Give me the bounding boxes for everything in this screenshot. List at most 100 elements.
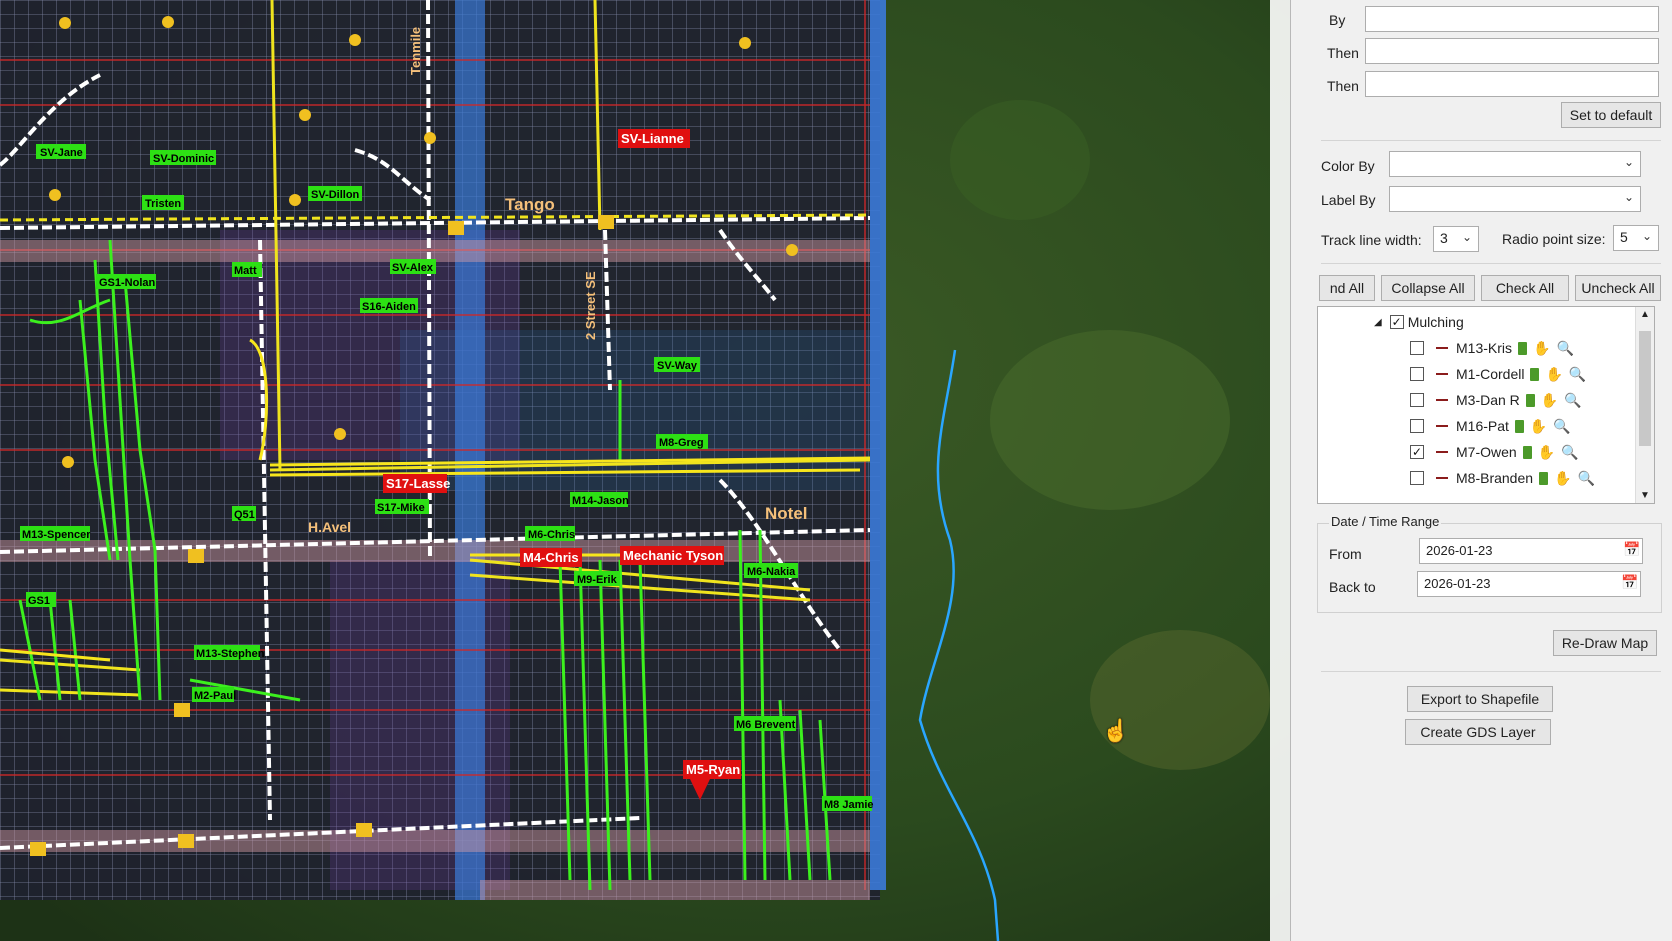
redraw-map-button[interactable]: Re-Draw Map [1553, 630, 1657, 656]
document-icon[interactable] [1525, 393, 1535, 407]
map-label-green-18: M2-Paul [194, 690, 236, 702]
chevron-down-icon: ⌄ [1641, 229, 1652, 243]
scroll-down-icon[interactable]: ▼ [1640, 490, 1650, 501]
set-default-button[interactable]: Set to default [1561, 102, 1661, 128]
map-label-green-8: SV-Way [657, 360, 698, 372]
group-label: Mulching [1407, 314, 1464, 330]
map-label-green-1: SV-Dominic [153, 153, 214, 165]
calendar-icon[interactable]: 📅 [1621, 574, 1638, 591]
document-icon[interactable] [1522, 445, 1532, 459]
back-to-date-field[interactable]: 2026-01-23 [1417, 571, 1641, 597]
hand-icon[interactable]: ✋ [1554, 470, 1571, 487]
hand-icon[interactable]: ✋ [1541, 392, 1558, 409]
tree-item[interactable]: M13-Kris ✋ 🔍 [1410, 337, 1574, 359]
item-checkbox[interactable] [1410, 341, 1424, 355]
map-label-green-11: M6-Chris [528, 529, 575, 541]
export-shapefile-button[interactable]: Export to Shapefile [1407, 686, 1553, 712]
separator [1321, 140, 1661, 141]
map-label-green-16: GS1 [28, 595, 50, 607]
sort-by-field[interactable] [1365, 6, 1659, 32]
hand-icon[interactable]: ✋ [1533, 340, 1550, 357]
then1-label: Then [1327, 45, 1359, 61]
search-icon[interactable]: 🔍 [1564, 392, 1581, 409]
road-label-4: Tenmile [408, 27, 423, 75]
map-label-green-19: S17-Mike [377, 502, 425, 514]
date-range-group [1317, 523, 1662, 613]
hand-icon[interactable]: ✋ [1530, 418, 1547, 435]
item-checkbox[interactable] [1410, 393, 1424, 407]
then2-field[interactable] [1365, 71, 1659, 97]
tree-item[interactable]: M3-Dan R ✋ 🔍 [1410, 389, 1582, 411]
map-label-red-2: M4-Chris [523, 550, 579, 565]
create-gds-layer-button[interactable]: Create GDS Layer [1405, 719, 1551, 745]
hand-icon[interactable]: ✋ [1545, 366, 1562, 383]
track-width-label: Track line width: [1321, 232, 1422, 248]
track-color-swatch [1436, 451, 1448, 453]
item-checkbox[interactable] [1410, 367, 1424, 381]
item-checkbox[interactable] [1410, 419, 1424, 433]
then1-field[interactable] [1365, 38, 1659, 64]
road-label-1: Notel [765, 504, 808, 523]
map-label-green-0: SV-Jane [40, 147, 83, 159]
map-label-red-4: M5-Ryan [686, 762, 740, 777]
collapse-all-button[interactable]: Collapse All [1381, 275, 1475, 301]
item-label: M3-Dan R [1456, 392, 1520, 408]
search-icon[interactable]: 🔍 [1569, 366, 1586, 383]
tree-group-mulching[interactable]: ◢ ✓ Mulching [1374, 311, 1464, 333]
search-icon[interactable]: 🔍 [1556, 340, 1573, 357]
then2-label: Then [1327, 78, 1359, 94]
map-label-green-21: M8 Jamie [824, 799, 874, 811]
map-label-green-5: SV-Alex [392, 262, 434, 274]
document-icon[interactable] [1539, 471, 1549, 485]
collapse-triangle-icon[interactable]: ◢ [1374, 317, 1382, 328]
chevron-down-icon: ⌄ [1623, 190, 1634, 204]
document-icon[interactable] [1518, 341, 1528, 355]
scroll-up-icon[interactable]: ▲ [1640, 309, 1650, 320]
tree-item[interactable]: M16-Pat ✋ 🔍 [1410, 415, 1571, 437]
hand-icon[interactable]: ✋ [1538, 444, 1555, 461]
map-label-green-2: Tristen [145, 198, 181, 210]
map-canvas[interactable]: SV-Jane SV-Dominic Tristen SV-Dillon Mat… [0, 0, 1290, 941]
search-icon[interactable]: 🔍 [1561, 444, 1578, 461]
track-color-swatch [1436, 347, 1448, 349]
track-width-value: 3 [1440, 230, 1448, 246]
search-icon[interactable]: 🔍 [1553, 418, 1570, 435]
settings-panel: By Then Then Set to default Color By ⌄ L… [1290, 0, 1672, 941]
item-label: M13-Kris [1456, 340, 1513, 356]
map-label-green-7: GS1-Nolan [99, 277, 156, 289]
track-width-select[interactable]: 3 ⌄ [1433, 226, 1479, 252]
track-tree[interactable]: ◢ ✓ Mulching M13-Kris ✋ 🔍 M1-Cordell ✋ 🔍 M… [1317, 306, 1655, 504]
item-label: M8-Branden [1456, 470, 1534, 486]
item-checkbox[interactable] [1410, 471, 1424, 485]
item-label: M1-Cordell [1456, 366, 1525, 382]
from-label: From [1329, 546, 1362, 562]
calendar-icon[interactable]: 📅 [1623, 541, 1640, 558]
search-icon[interactable]: 🔍 [1577, 470, 1594, 487]
label-by-select[interactable]: ⌄ [1389, 186, 1641, 212]
map-label-green-6: S16-Aiden [362, 301, 416, 313]
from-date-field[interactable]: 2026-01-23 [1419, 538, 1643, 564]
uncheck-all-button[interactable]: Uncheck All [1575, 275, 1661, 301]
document-icon[interactable] [1530, 367, 1540, 381]
track-color-swatch [1436, 399, 1448, 401]
tree-item[interactable]: M1-Cordell ✋ 🔍 [1410, 363, 1586, 385]
check-all-button[interactable]: Check All [1481, 275, 1569, 301]
map-label-green-13: M6-Nakia [747, 566, 796, 578]
expand-all-button[interactable]: nd All [1319, 275, 1375, 301]
map-label-red-0: SV-Lianne [621, 131, 684, 146]
item-checkbox[interactable]: ✓ [1410, 445, 1424, 459]
group-checkbox[interactable]: ✓ [1389, 315, 1404, 329]
road-label-3: 2 Street SE [583, 271, 598, 340]
scroll-thumb[interactable] [1639, 331, 1651, 446]
tree-item[interactable]: ✓ M7-Owen ✋ 🔍 [1410, 441, 1579, 463]
tree-item[interactable]: M8-Branden ✋ 🔍 [1410, 467, 1595, 489]
map-label-green-14: Q51 [234, 509, 255, 521]
chevron-down-icon: ⌄ [1461, 230, 1472, 244]
color-by-select[interactable]: ⌄ [1389, 151, 1641, 177]
radio-size-select[interactable]: 5 ⌄ [1613, 225, 1659, 251]
separator [1321, 671, 1661, 672]
date-range-title: Date / Time Range [1329, 514, 1442, 529]
tree-scrollbar[interactable]: ▲ ▼ [1635, 307, 1654, 503]
document-icon[interactable] [1514, 419, 1524, 433]
map-view[interactable]: SV-Jane SV-Dominic Tristen SV-Dillon Mat… [0, 0, 1290, 941]
